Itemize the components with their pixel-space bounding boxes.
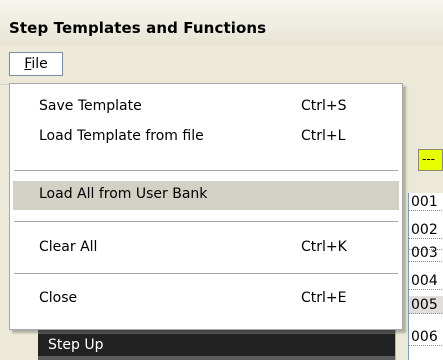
step-list[interactable]: Step Up bbox=[38, 330, 395, 360]
step-number-item[interactable]: 005 bbox=[409, 296, 443, 314]
title-bar: Step Templates and Functions bbox=[0, 0, 443, 46]
menu-item-close[interactable]: Close Ctrl+E bbox=[13, 285, 399, 314]
menu-item-label: Clear All bbox=[39, 239, 98, 255]
menu-separator bbox=[14, 273, 398, 274]
step-number-item[interactable]: 001 bbox=[409, 193, 443, 211]
value-field[interactable]: --- bbox=[418, 149, 443, 171]
file-menu-button[interactable]: File bbox=[9, 52, 63, 76]
menu-item-shortcut: Ctrl+S bbox=[301, 98, 347, 114]
menu-item-label: Load All from User Bank bbox=[39, 186, 208, 202]
menu-separator bbox=[14, 170, 398, 171]
menu-separator bbox=[14, 221, 398, 222]
menu-item-shortcut: Ctrl+L bbox=[301, 128, 346, 144]
menu-item-save-template[interactable]: Save Template Ctrl+S bbox=[13, 93, 399, 122]
menu-item-shortcut: Ctrl+K bbox=[301, 239, 347, 255]
window-title: Step Templates and Functions bbox=[9, 19, 267, 37]
step-number-list[interactable]: 001 002 003 004 005 006 bbox=[408, 193, 443, 360]
menu-item-load-template-from-file[interactable]: Load Template from file Ctrl+L bbox=[13, 123, 399, 152]
step-number-item[interactable]: 006 bbox=[409, 328, 443, 346]
menu-item-label: Save Template bbox=[39, 98, 142, 114]
menu-item-load-all-from-user-bank[interactable]: Load All from User Bank bbox=[13, 181, 399, 210]
menu-item-clear-all[interactable]: Clear All Ctrl+K bbox=[13, 234, 399, 263]
step-number-item[interactable]: 002 bbox=[409, 221, 443, 239]
step-number-item[interactable]: 003 bbox=[409, 244, 443, 262]
step-list-item-selected[interactable]: Step Up bbox=[38, 334, 395, 356]
menu-item-label: Close bbox=[39, 290, 78, 306]
menu-bar: File bbox=[0, 46, 443, 85]
menu-item-shortcut: Ctrl+E bbox=[301, 290, 347, 306]
step-number-item[interactable]: 004 bbox=[409, 272, 443, 290]
menu-item-label: Load Template from file bbox=[39, 128, 204, 144]
file-dropdown-menu: Save Template Ctrl+S Load Template from … bbox=[9, 83, 403, 330]
file-menu-label: ile bbox=[31, 56, 48, 72]
